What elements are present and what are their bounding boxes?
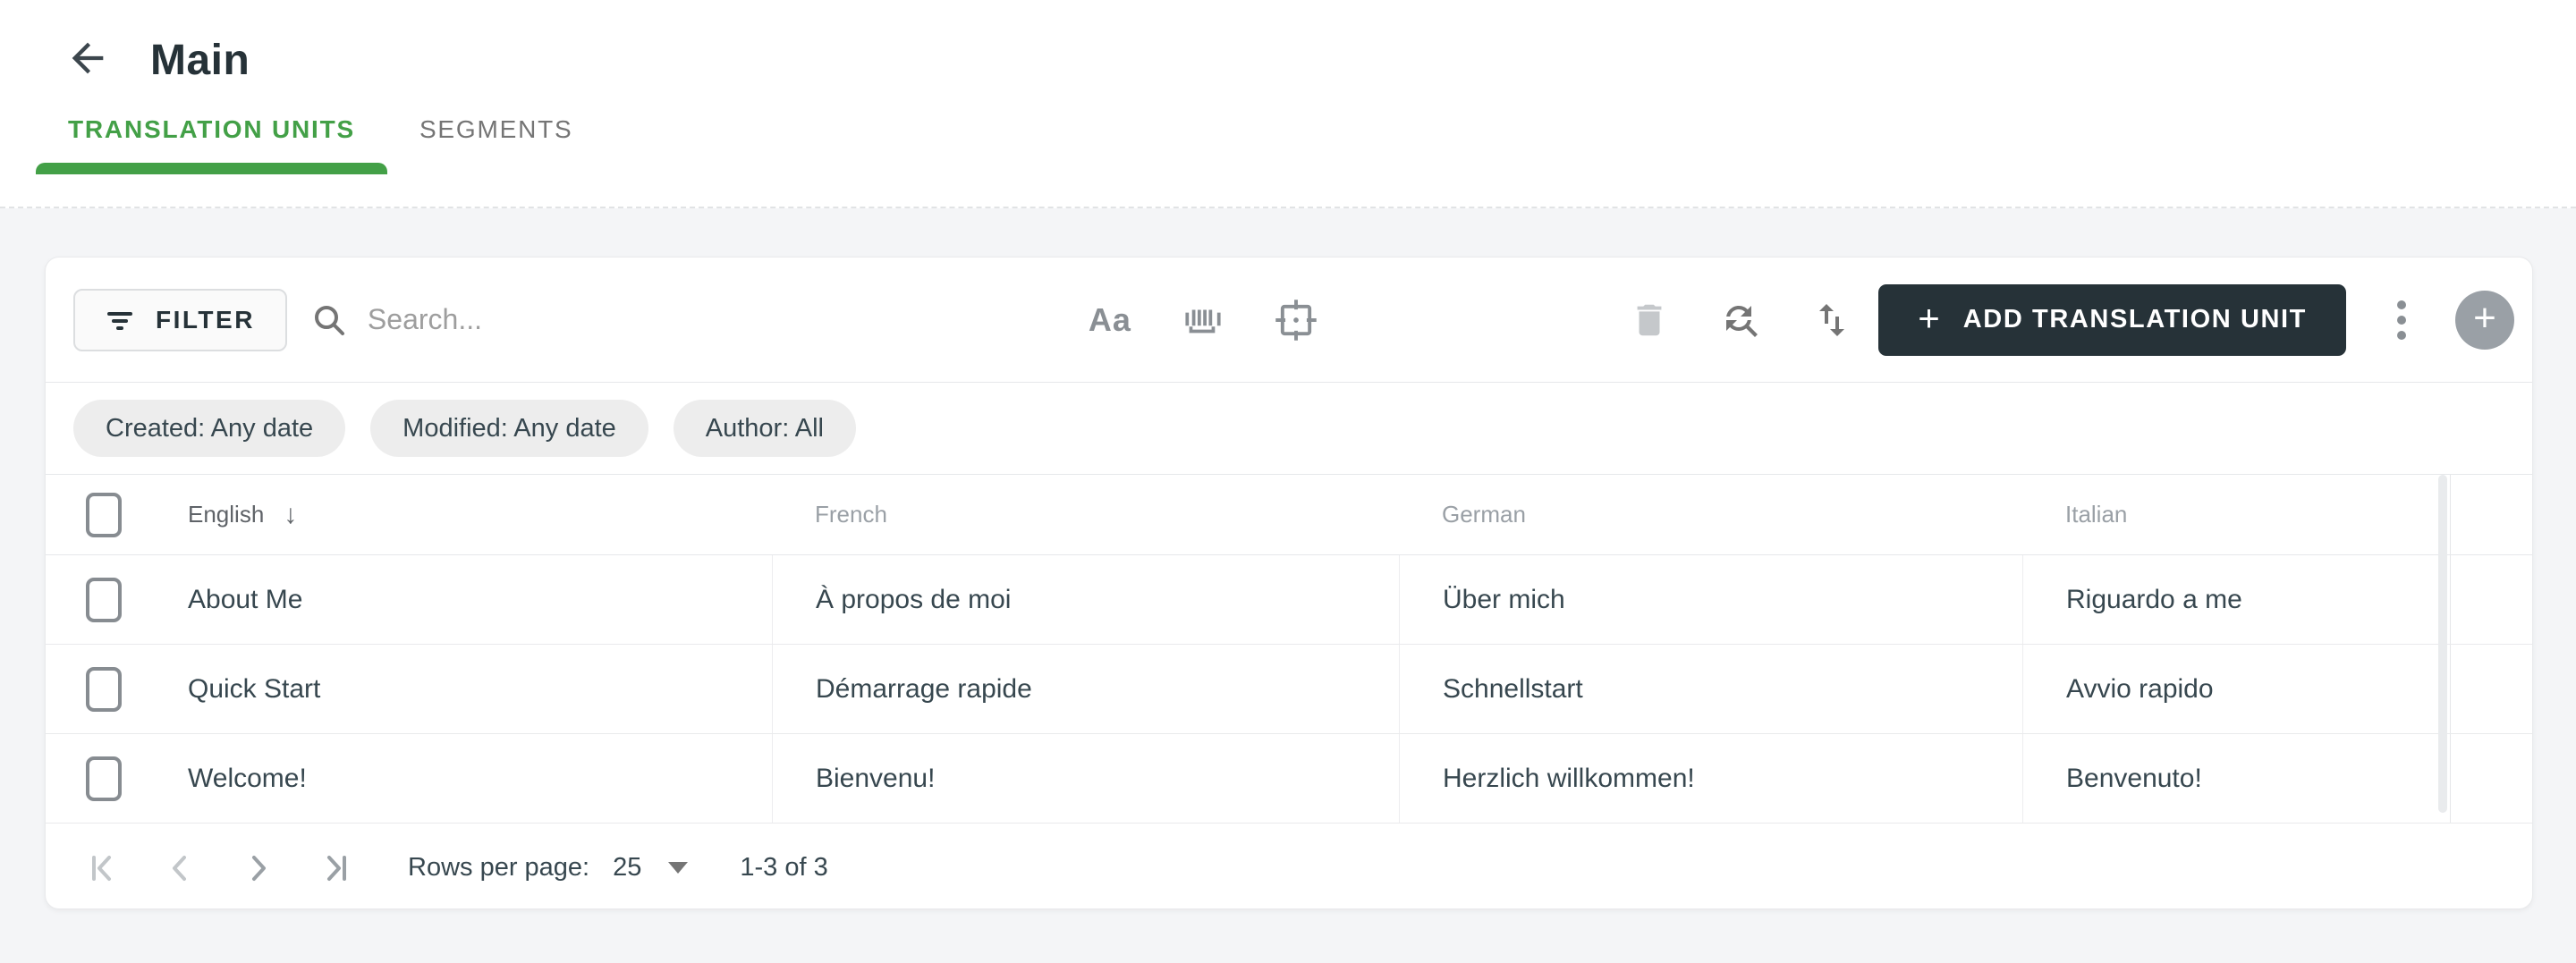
app-bar: Main TRANSLATION UNITS SEGMENTS <box>0 0 2576 208</box>
previous-page-icon <box>163 850 199 886</box>
column-header-italian[interactable]: Italian <box>2022 501 2127 528</box>
fab-plus-icon: + <box>2473 295 2496 340</box>
cell-french: Bienvenu! <box>772 734 1399 823</box>
next-page-icon <box>240 850 275 886</box>
rows-per-page-dropdown-icon[interactable] <box>668 862 689 874</box>
cell-italian: Riguardo a me <box>2022 555 2450 644</box>
tab-translation-units-label: TRANSLATION UNITS <box>68 114 355 143</box>
last-page-icon <box>317 850 352 886</box>
sort-button[interactable] <box>1810 299 1853 342</box>
cell-italian: Benvenuto! <box>2022 734 2450 823</box>
kebab-icon <box>2395 297 2408 343</box>
table-row[interactable]: Quick Start Démarrage rapide Schnellstar… <box>46 645 2532 734</box>
cell-french: Démarrage rapide <box>772 645 1399 733</box>
plus-icon: + <box>1918 296 1940 339</box>
tab-translation-units[interactable]: TRANSLATION UNITS <box>36 86 387 174</box>
table-row[interactable]: Welcome! Bienvenu! Herzlich willkommen! … <box>46 734 2532 824</box>
fab-add-button[interactable]: + <box>2455 290 2514 350</box>
cell-english: Welcome! <box>188 763 307 793</box>
sort-up-down-icon <box>1810 299 1853 342</box>
cell-spacer <box>2450 734 2532 823</box>
search-icon <box>310 301 348 339</box>
match-selection-toggle[interactable] <box>1275 299 1318 342</box>
more-options-button[interactable] <box>2380 299 2423 342</box>
match-case-icon: Aa <box>1088 300 1131 338</box>
content-area: FILTER Aa <box>0 208 2576 909</box>
column-header-german[interactable]: German <box>1399 501 1526 528</box>
first-page-button[interactable] <box>86 850 122 886</box>
filter-button[interactable]: FILTER <box>73 288 287 351</box>
rows-per-page-value[interactable]: 25 <box>613 853 641 883</box>
add-translation-unit-label: ADD TRANSLATION UNIT <box>1962 305 2307 334</box>
previous-page-button[interactable] <box>163 850 199 886</box>
find-replace-icon <box>1719 299 1762 342</box>
add-translation-unit-button[interactable]: + ADD TRANSLATION UNIT <box>1878 283 2346 356</box>
filter-chips-row: Created: Any date Modified: Any date Aut… <box>46 383 2532 475</box>
cell-german: Über mich <box>1399 555 2022 644</box>
tab-segments-label: SEGMENTS <box>419 114 573 143</box>
select-all-checkbox[interactable] <box>86 492 122 537</box>
cell-spacer <box>2450 645 2532 733</box>
row-checkbox[interactable] <box>86 666 122 712</box>
match-whole-word-toggle[interactable] <box>1182 299 1224 342</box>
column-header-french[interactable]: French <box>772 501 887 528</box>
tab-segments[interactable]: SEGMENTS <box>387 86 606 173</box>
search-input[interactable] <box>367 303 922 336</box>
chip-modified[interactable]: Modified: Any date <box>370 400 648 457</box>
search-mode-toggles: Aa <box>1089 299 1318 342</box>
cell-french: À propos de moi <box>772 555 1399 644</box>
vertical-scrollbar[interactable] <box>2438 475 2447 813</box>
cell-spacer <box>2450 555 2532 644</box>
row-checkbox[interactable] <box>86 577 122 622</box>
tab-bar: TRANSLATION UNITS SEGMENTS <box>0 86 2576 174</box>
page-title: Main <box>150 36 250 84</box>
cell-english: Quick Start <box>188 673 321 704</box>
column-header-spacer <box>2450 475 2532 554</box>
table-toolbar: FILTER Aa <box>46 258 2532 383</box>
filter-button-label: FILTER <box>156 305 255 334</box>
arrow-left-icon <box>64 35 111 86</box>
delete-button[interactable] <box>1628 299 1671 342</box>
table-row[interactable]: About Me À propos de moi Über mich Rigua… <box>46 555 2532 645</box>
match-case-toggle[interactable]: Aa <box>1089 299 1131 342</box>
translation-units-card: FILTER Aa <box>45 257 2533 909</box>
last-page-button[interactable] <box>317 850 352 886</box>
next-page-button[interactable] <box>240 850 275 886</box>
cell-italian: Avvio rapido <box>2022 645 2450 733</box>
row-checkbox[interactable] <box>86 756 122 801</box>
chip-author[interactable]: Author: All <box>673 400 856 457</box>
find-replace-button[interactable] <box>1719 299 1762 342</box>
pagination-range: 1-3 of 3 <box>740 853 828 882</box>
chip-created[interactable]: Created: Any date <box>73 400 346 457</box>
whole-word-icon <box>1181 298 1225 342</box>
cell-german: Schnellstart <box>1399 645 2022 733</box>
cell-german: Herzlich willkommen! <box>1399 734 2022 823</box>
sort-descending-icon[interactable]: ↓ <box>284 500 297 530</box>
rows-per-page-label: Rows per page: <box>408 853 590 882</box>
column-header-english[interactable]: English <box>188 501 264 528</box>
focus-frame-icon <box>1273 297 1319 343</box>
pagination-bar: Rows per page: 25 1-3 of 3 <box>46 824 2532 908</box>
trash-icon <box>1629 300 1670 341</box>
cell-english: About Me <box>188 584 303 614</box>
search-box <box>310 301 954 339</box>
toolbar-actions <box>1628 299 1853 342</box>
table-header: English ↓ French German Italian <box>46 475 2532 555</box>
first-page-icon <box>86 850 122 886</box>
active-tab-indicator <box>36 163 387 174</box>
back-button[interactable] <box>63 35 113 85</box>
filter-icon <box>106 306 134 334</box>
